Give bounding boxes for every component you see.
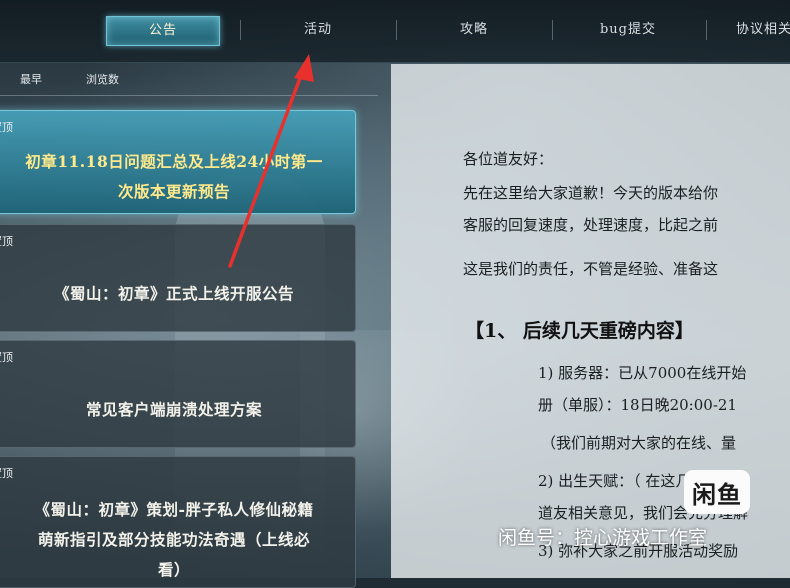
article-text: 册（单服）：18日晚20:00-21 [538,396,737,414]
pinned-tag: 置顶 [0,121,13,134]
article-text: 1) 服务器：已从7000在线开始 [538,364,747,382]
article-greeting: 各位道友好： [463,150,554,168]
list-item-title: 常见客户端崩溃处理方案 [85,400,262,419]
watermark-text: 闲鱼号：控心游戏工作室 [498,527,708,549]
list-item-title: 《蜀山：初章》正式上线开服公告 [53,284,294,303]
tab-guides[interactable]: 攻略 [418,16,530,44]
pinned-tag: 置顶 [0,351,13,364]
article-text: 客服的回复速度，处理速度，比起之前 [463,216,719,234]
list-item[interactable]: 置顶 《蜀山：初章》策划-胖子私人修仙秘籍 萌新指引及部分技能功法奇遇（上线必 … [0,456,356,588]
list-item-title: 看） [157,560,190,579]
list-item-title: 《蜀山：初章》策划-胖子私人修仙秘籍 [34,500,314,519]
tab-events[interactable]: 活动 [262,16,374,44]
pinned-tag: 置顶 [0,467,13,480]
sort-earliest[interactable]: 最早 [20,71,42,87]
tab-divider [240,20,241,40]
article-text: 这是我们的责任，不管是经验、准备这 [463,260,719,278]
article-text: 2) 出生天赋：（ 在这几 [538,472,691,490]
list-item-title: 次版本更新预告 [117,182,230,201]
pinned-tag: 置顶 [0,235,13,248]
sort-views[interactable]: 浏览数 [86,71,119,87]
tab-bug-report[interactable]: bug提交 [572,16,684,44]
tab-divider [396,20,397,40]
tab-divider [706,20,707,40]
top-nav: 公告 活动 攻略 bug提交 协议相关 [0,0,790,63]
divider [0,95,378,96]
tab-divider [552,20,553,40]
article-text: （我们前期对大家的在线、量 [541,434,737,452]
tab-announcements[interactable]: 公告 [106,16,220,46]
list-item[interactable]: 置顶 初章11.18日问题汇总及上线24小时第一 次版本更新预告 [0,110,356,214]
section-heading: 【1、 后续几天重磅内容】 [465,320,694,342]
sort-bar: 最早 浏览数 [0,62,390,94]
list-item-title: 萌新指引及部分技能功法奇遇（上线必 [37,530,310,549]
xianyu-logo: 闲鱼 [684,470,750,514]
article-text: 先在这里给大家道歉！今天的版本给你 [463,184,719,202]
list-item[interactable]: 置顶 常见客户端崩溃处理方案 [0,340,356,448]
list-item[interactable]: 置顶 《蜀山：初章》正式上线开服公告 [0,224,356,332]
list-item-title: 初章11.18日问题汇总及上线24小时第一 [25,152,323,171]
tab-agreements[interactable]: 协议相关 [736,16,790,44]
